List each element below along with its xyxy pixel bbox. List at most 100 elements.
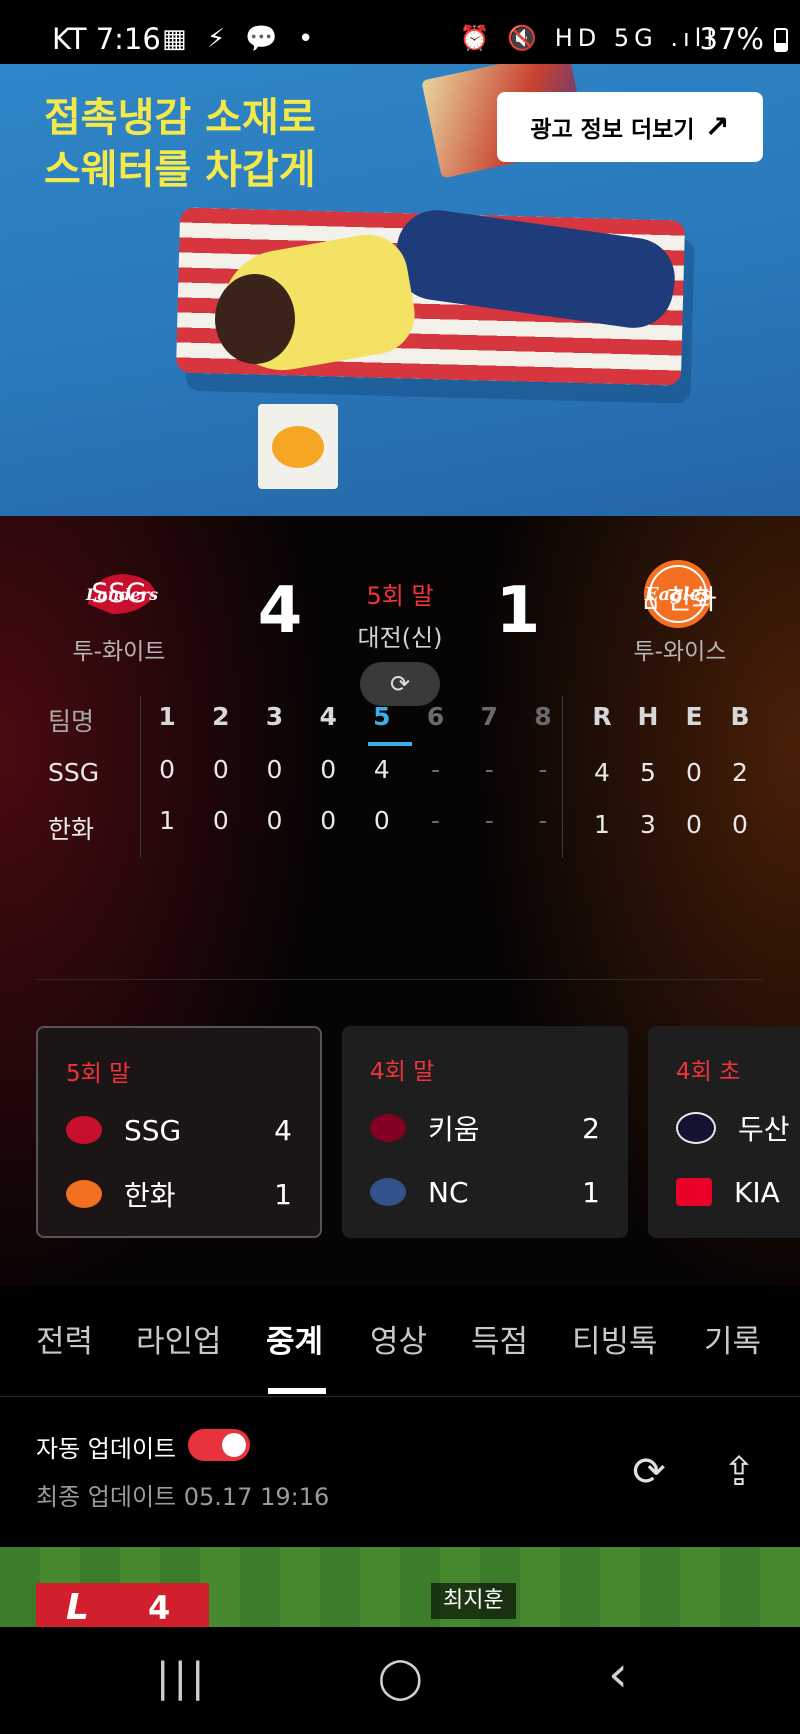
totals-header: H [637,702,659,731]
game-card-team-row: 키움 2 [370,1108,600,1148]
nc-logo-icon [370,1178,406,1206]
home-pitcher: 투-와이스 [633,639,727,665]
linescore-divider-left [140,696,141,858]
inning-score: 0 [212,755,229,784]
ad-headline: 접촉냉감 소재로 스웨터를 차갑게 [44,95,316,193]
live-field-view[interactable]: L 4 최지훈 [0,1547,800,1627]
status-bar: KT 7:16 ▦ ⚡ 💬 • ⏰ 🔇 HD 5G .ıll 37% [0,0,800,64]
total-value: 2 [732,758,748,787]
ad-more-info-label: 광고 정보 더보기 [530,117,695,143]
battery-icon [774,28,788,52]
hanwha-logo-icon [66,1180,102,1208]
inning-score: - [484,806,494,835]
system-nav-bar: ||| ◯ ‹ [0,1627,800,1734]
game-card-team-name: KIA [734,1175,780,1209]
home-button[interactable]: ◯ [378,1655,423,1701]
linescore-inning-headers: 1 2 3 4 5 6 7 8 [148,702,562,731]
game-card-team-row: KIA [676,1172,800,1212]
ad-banner[interactable]: 접촉냉감 소재로 스웨터를 차갑게 광고 정보 더보기 ↗ [0,64,800,516]
game-card-team-score: 1 [582,1175,600,1209]
total-value: 0 [686,758,702,787]
inning-header: 3 [265,702,284,731]
totals-header: R [592,702,612,731]
tab-records[interactable]: 기록 [704,1316,761,1361]
inning-score: 0 [159,755,176,784]
tab-tving-talk[interactable]: 티빙톡 [572,1316,658,1361]
game-card-team-score: 4 [274,1113,292,1147]
game-card-ssg-hanwha[interactable]: 5회 말 SSG 4 한화 1 [36,1026,322,1238]
game-card-team-score: 1 [274,1177,292,1211]
kia-logo-icon [676,1178,712,1206]
game-card-team-row: SSG 4 [66,1110,292,1150]
live-score-box: L 4 [36,1583,209,1627]
recents-button[interactable]: ||| [156,1655,208,1701]
total-value: 0 [732,810,748,839]
refresh-icon: ⟳ [632,1449,666,1495]
total-value: 4 [594,758,610,787]
game-card-team-score: 2 [582,1111,600,1145]
inning-score: - [431,806,441,835]
linescore-totals-header: R H E B [582,702,760,731]
inning-score: - [431,755,441,784]
refresh-icon: ⟳ [389,670,411,698]
inning-score: 0 [320,755,337,784]
live-score: 4 [148,1589,171,1627]
game-card-team-name: 키움 [428,1113,480,1146]
linescore-header-team: 팀명 [48,707,95,736]
tab-power[interactable]: 전력 [36,1316,93,1361]
inning-header: 6 [426,702,445,731]
share-button[interactable]: ⇪ [714,1447,764,1497]
linescore-row-home: 1 0 0 0 0 - - - [148,806,562,835]
inning-header: 2 [212,702,230,731]
auto-update-toggle[interactable] [188,1429,250,1461]
inning-header: 8 [534,702,552,731]
share-icon: ⇪ [722,1449,756,1495]
linescore-divider-right [562,696,563,858]
inning-score: 0 [266,755,283,784]
inning-score: - [538,755,548,784]
ssg-logo-icon [66,1116,102,1144]
totals-header: B [730,702,750,731]
inning-score: - [538,806,548,835]
battery-percent: 37% [699,22,764,56]
doosan-logo-icon [676,1112,716,1144]
linescore-innings[interactable]: 1 2 3 4 5 6 7 8 0 0 0 0 4 - - - 1 0 0 0 … [148,702,562,862]
away-pitcher: 투-화이트 [72,639,166,665]
game-card-team-name: SSG [124,1113,182,1147]
inning-score: 0 [373,806,390,835]
total-value: 1 [594,810,610,839]
home-team-name: 한화 [667,585,717,616]
inning-score: 0 [266,806,283,835]
game-card-kiwoom-nc[interactable]: 4회 말 키움 2 NC 1 [342,1026,628,1238]
ad-more-info-button[interactable]: 광고 정보 더보기 ↗ [497,92,763,162]
inning-header: 4 [319,702,337,731]
game-card-doosan-kia[interactable]: 4회 초 두산 KIA [648,1026,800,1238]
away-team-name: SSG [91,578,147,609]
score-refresh-button[interactable]: ⟳ [360,662,440,706]
auto-update-label: 자동 업데이트 [36,1435,177,1463]
ad-image-person-head [215,274,295,364]
tab-scoring[interactable]: 득점 [471,1316,528,1361]
venue: 대전(신) [357,624,443,652]
linescore-home-team: 한화 [48,815,95,844]
totals-header: E [685,702,703,731]
home-score: 1 [495,574,541,648]
tab-broadcast[interactable]: 중계 [266,1316,323,1361]
inning-header: 1 [158,702,176,731]
scoreboard: Landers SSG 투-화이트 4 5회 말 대전(신) ⟳ 1 Eagle… [0,516,800,1286]
section-divider [36,979,764,980]
home-icon: ⌂ [643,587,659,615]
inning-score: - [484,755,494,784]
ad-image-box [258,404,338,489]
game-card-inning: 5회 말 [66,1061,131,1087]
tab-video[interactable]: 영상 [370,1316,427,1361]
linescore-totals-home: 1 3 0 0 [582,810,760,839]
back-button[interactable]: ‹ [608,1645,628,1703]
notification-icons: ▦ ⚡ 💬 • [162,24,320,54]
current-batter: 최지훈 [431,1583,516,1619]
tab-lineup[interactable]: 라인업 [136,1316,222,1361]
refresh-button[interactable]: ⟳ [624,1447,674,1497]
game-card-team-name: NC [428,1175,469,1209]
inning-header: 7 [480,702,498,731]
active-tab-indicator [268,1388,326,1394]
